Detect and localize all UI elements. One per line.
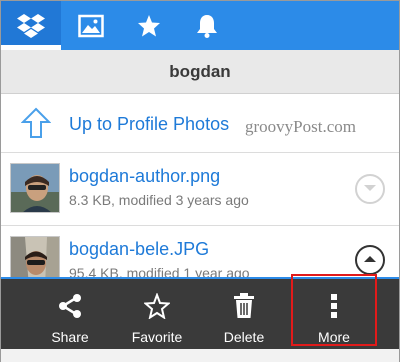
file-name: bogdan-author.png	[69, 166, 221, 186]
up-label: Up to Profile Photos	[69, 114, 230, 134]
share-icon	[57, 293, 83, 319]
up-to-parent-row[interactable]: Up to Profile Photos groovyPost.com	[1, 95, 399, 153]
file-row[interactable]: bogdan-author.png 8.3 KB, modified 3 yea…	[1, 154, 399, 226]
file-options-toggle[interactable]	[355, 174, 385, 204]
image-icon	[78, 14, 104, 38]
more-highlight-box	[291, 274, 377, 346]
chevron-down-icon	[363, 180, 377, 198]
tab-photos[interactable]	[61, 1, 121, 50]
favorite-button[interactable]: Favorite	[114, 279, 200, 349]
dropbox-icon	[16, 13, 46, 39]
folder-title: bogdan	[169, 61, 231, 81]
chevron-up-icon	[363, 251, 377, 269]
tab-dropbox[interactable]	[1, 1, 61, 50]
bottom-strip	[1, 349, 399, 362]
file-meta: 8.3 KB, modified 3 years ago	[69, 192, 249, 208]
tab-favorites[interactable]	[119, 1, 179, 50]
star-outline-icon	[144, 293, 170, 319]
file-options-toggle[interactable]	[355, 245, 385, 275]
trash-icon	[233, 293, 255, 319]
tab-notifications[interactable]	[177, 1, 237, 50]
file-thumbnail	[10, 163, 60, 213]
folder-header: bogdan	[1, 50, 399, 94]
star-icon	[137, 14, 161, 38]
share-button[interactable]: Share	[27, 279, 113, 349]
delete-label: Delete	[223, 329, 265, 345]
favorite-label: Favorite	[131, 329, 183, 345]
bell-icon	[195, 13, 219, 39]
top-tab-bar	[1, 1, 399, 50]
file-name: bogdan-bele.JPG	[69, 239, 210, 259]
delete-button[interactable]: Delete	[201, 279, 287, 349]
up-arrow-icon	[20, 107, 52, 144]
watermark: groovyPost.com	[245, 117, 356, 136]
share-label: Share	[51, 329, 89, 345]
